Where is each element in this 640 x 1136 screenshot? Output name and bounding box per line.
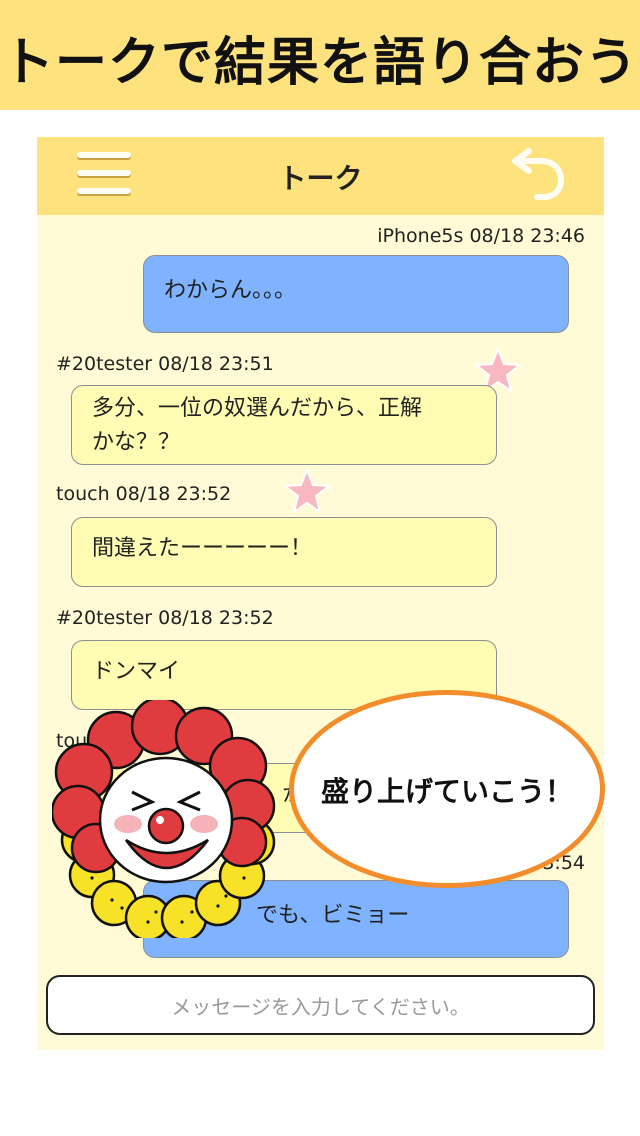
message-bubble-other[interactable]: 多分、一位の奴選んだから、正解 かな？？ [71,385,497,465]
message-timestamp: #20tester 08/18 23:52 [56,607,274,629]
message-text-line: かな？？ [92,430,181,455]
star-decoration-icon [283,468,331,514]
message-timestamp: touch 08/18 23:52 [56,483,232,505]
message-timestamp: #20tester 08/18 23:51 [56,353,274,375]
message-timestamp: iPhone5s 08/18 23:46 [377,225,585,247]
message-bubble-mine[interactable]: わからん。。。 [143,255,569,333]
promo-title: トークで結果を語り合おう [1,33,638,93]
undo-arrow-icon[interactable] [507,147,567,203]
message-input-placeholder: メッセージを入力してください。 [171,994,470,1019]
navigation-bar: トーク [37,137,604,215]
message-text: わからん。。。 [164,278,297,303]
message-bubble-other[interactable]: 間違えたーーーーー！ [71,517,497,587]
promo-banner: トークで結果を語り合おう [0,0,640,110]
message-input[interactable]: メッセージを入力してください。 [46,975,595,1035]
speech-text: 盛り上げていこう！ [320,775,573,808]
message-text-line: 多分、一位の奴選んだから、正解 [92,396,423,421]
clown-mascot-icon [52,700,276,938]
message-text: ドンマイ [92,659,181,684]
message-text: 間違えたーーーーー！ [92,536,313,561]
